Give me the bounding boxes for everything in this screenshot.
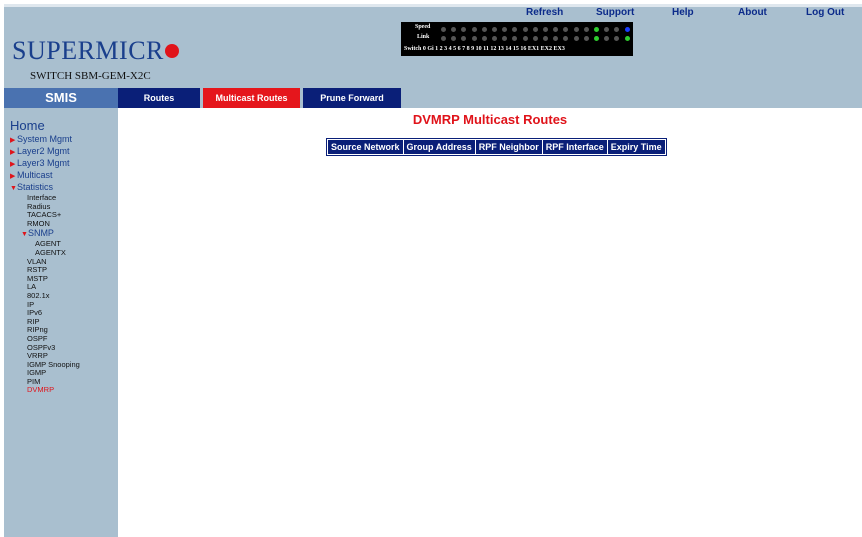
port-led <box>543 27 548 32</box>
port-led <box>481 36 487 41</box>
port-led <box>471 27 477 32</box>
caret-down-icon: ▼ <box>21 231 28 239</box>
port-led <box>594 27 599 32</box>
col-group-address: Group Address <box>403 140 475 154</box>
header: Refresh Support Help About Log Out Speed… <box>4 4 862 88</box>
port-led <box>461 36 467 41</box>
sidebar-subitem[interactable]: IP <box>10 300 80 310</box>
port-led <box>532 27 538 32</box>
logo-text: SUPERMICR <box>12 36 164 65</box>
port-led <box>441 27 446 32</box>
port-led <box>532 36 538 41</box>
sidebar-item-layer2-mgmt[interactable]: ▶ Layer2 Mgmt <box>10 146 80 158</box>
sidebar-subitem[interactable]: IPv6 <box>10 309 80 318</box>
col-source-network: Source Network <box>328 140 403 154</box>
port-status-panel: Speed Link Switch 0 Gi 1 2 3 4 5 6 7 8 9… <box>401 22 633 56</box>
sidebar-subitem[interactable]: RMON <box>10 219 80 229</box>
ports-label: Switch 0 Gi 1 2 3 4 5 6 7 8 9 10 11 12 1… <box>404 46 565 52</box>
smis-label: SMIS <box>4 88 118 108</box>
port-led <box>471 36 477 41</box>
help-link[interactable]: Help <box>672 7 694 18</box>
sidebar-subitem[interactable]: MSTP <box>10 274 80 284</box>
port-led <box>461 27 467 32</box>
port-led <box>492 36 497 41</box>
sidebar-home[interactable]: Home <box>10 118 80 133</box>
tab-multicast-routes[interactable]: Multicast Routes <box>203 88 300 108</box>
sidebar-item-multicast[interactable]: ▶ Multicast <box>10 170 80 182</box>
sidebar-stats-list: VLAN RSTP MSTP LA 802.1x IP IPv6 RIP RIPng OSPF OS… <box>10 257 80 387</box>
port-led <box>563 27 569 32</box>
col-rpf-interface: RPF Interface <box>542 140 607 154</box>
port-led <box>563 36 569 41</box>
sidebar-item-dvmrp[interactable]: DVMRP <box>10 386 80 395</box>
sidebar-item-label: Layer3 Mgmt <box>17 158 70 168</box>
port-led <box>481 27 487 32</box>
sidebar-subitem[interactable]: IGMP <box>10 369 80 378</box>
sidebar-item-layer3-mgmt[interactable]: ▶ Layer3 Mgmt <box>10 158 80 170</box>
port-led <box>604 36 610 41</box>
port-led <box>543 36 548 41</box>
port-led <box>553 36 559 41</box>
col-rpf-neighbor: RPF Neighbor <box>475 140 542 154</box>
port-led <box>594 36 599 41</box>
sidebar-item-label: System Mgmt <box>17 134 73 144</box>
top-links: Refresh Support Help About Log Out <box>4 7 862 21</box>
port-led <box>573 36 579 41</box>
port-led <box>624 36 630 41</box>
sidebar: Home ▶ System Mgmt ▶ Layer2 Mgmt ▶ Layer3 M… <box>4 108 118 537</box>
support-link[interactable]: Support <box>596 7 634 18</box>
port-led <box>512 27 518 32</box>
port-led <box>583 36 589 41</box>
table-header-row: Source Network Group Address RPF Neighbo… <box>328 140 665 154</box>
port-led <box>512 36 518 41</box>
port-led <box>614 27 620 32</box>
caret-right-icon: ▶ <box>10 173 16 180</box>
logout-link[interactable]: Log Out <box>806 7 844 18</box>
app-frame: Refresh Support Help About Log Out Speed… <box>4 4 862 537</box>
tab-prune-forward[interactable]: Prune Forward <box>303 88 401 108</box>
port-led <box>604 27 610 32</box>
port-led <box>583 27 589 32</box>
sidebar-item-label: Statistics <box>17 182 54 192</box>
caret-down-icon: ▼ <box>10 185 17 192</box>
sidebar-item-label: Layer2 Mgmt <box>17 146 70 156</box>
port-led <box>573 27 579 32</box>
about-link[interactable]: About <box>738 7 767 18</box>
sidebar-subitem[interactable]: 802.1x <box>10 291 80 301</box>
sidebar-item-label: SNMP <box>27 228 54 239</box>
port-led <box>451 27 457 32</box>
port-led <box>492 27 497 32</box>
port-led <box>441 36 446 41</box>
refresh-link[interactable]: Refresh <box>526 7 563 18</box>
caret-right-icon: ▶ <box>10 149 16 156</box>
tab-routes[interactable]: Routes <box>118 88 200 108</box>
port-led <box>614 36 620 41</box>
page-title: DVMRP Multicast Routes <box>412 112 568 127</box>
link-label: Link <box>417 34 430 40</box>
speed-label: Speed <box>415 24 431 30</box>
port-led <box>624 27 630 32</box>
caret-right-icon: ▶ <box>10 137 16 144</box>
routes-table: Source Network Group Address RPF Neighbo… <box>326 138 667 156</box>
sidebar-menu: Home ▶ System Mgmt ▶ Layer2 Mgmt ▶ Layer3 M… <box>10 118 80 395</box>
sidebar-item-system-mgmt[interactable]: ▶ System Mgmt <box>10 134 80 146</box>
port-led <box>522 27 528 32</box>
logo-o-dot <box>164 44 179 59</box>
port-led <box>502 36 508 41</box>
supermicro-logo: SUPERMICR <box>12 36 179 66</box>
port-led <box>553 27 559 32</box>
port-led <box>451 36 457 41</box>
caret-right-icon: ▶ <box>10 161 16 168</box>
port-led <box>502 27 508 32</box>
port-led <box>522 36 528 41</box>
main-content: DVMRP Multicast Routes Source Network Gr… <box>118 108 862 537</box>
sidebar-item-label: Multicast <box>17 170 53 180</box>
col-expiry-time: Expiry Time <box>607 140 665 154</box>
model-name: SWITCH SBM-GEM-X2C <box>30 70 151 82</box>
